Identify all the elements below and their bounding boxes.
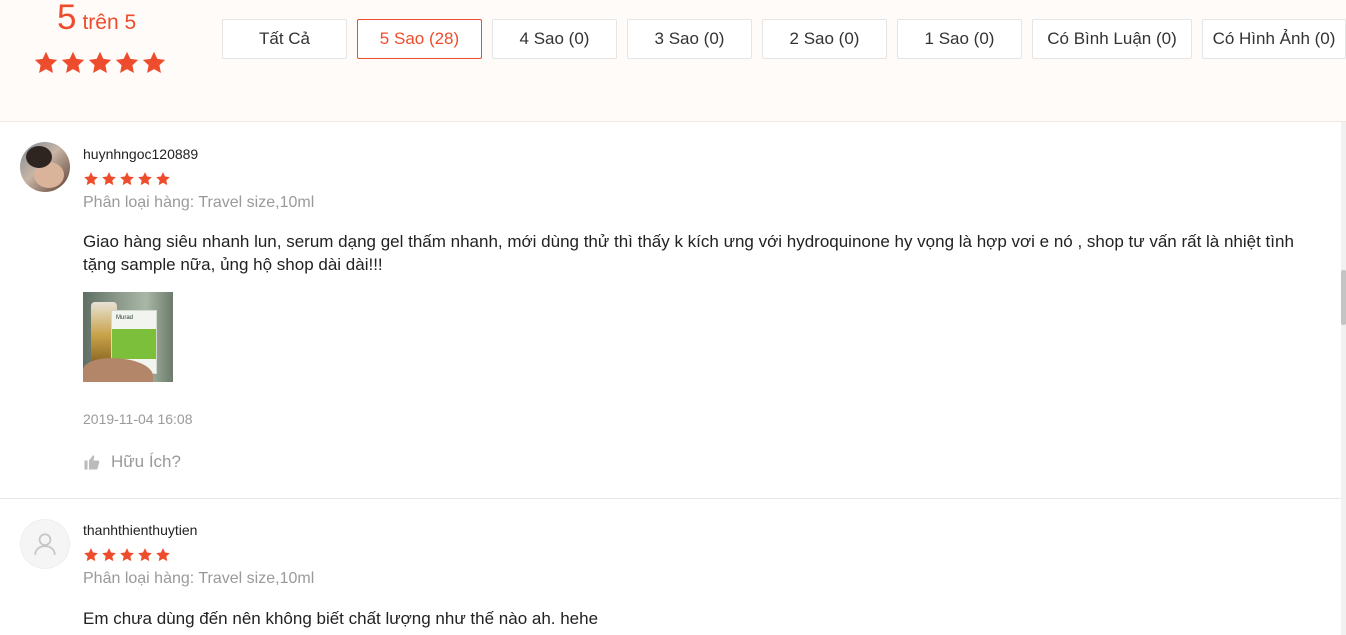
star-icon: [142, 51, 166, 73]
avatar[interactable]: [20, 519, 70, 569]
review-variation: Phân loại hàng: Travel size,10ml: [83, 570, 315, 587]
filter-all-button[interactable]: Tất Cả: [222, 19, 347, 59]
helpful-button[interactable]: Hữu Ích?: [83, 452, 181, 472]
star-icon: [84, 172, 98, 186]
review-username[interactable]: thanhthienthuytien: [83, 522, 197, 538]
filter-with-comment-button[interactable]: Có Bình Luận (0): [1032, 19, 1192, 59]
star-icon: [120, 548, 134, 562]
rating-filter-bar: Tất Cả 5 Sao (28) 4 Sao (0) 3 Sao (0) 2 …: [222, 19, 1346, 59]
filter-5-star-button[interactable]: 5 Sao (28): [357, 19, 482, 59]
star-icon: [102, 172, 116, 186]
star-icon: [61, 51, 85, 73]
review-item: huynhngoc120889 Phân loại hàng: Travel s…: [0, 122, 1346, 499]
review-stars: [83, 547, 171, 563]
rating-score-value: 5: [57, 0, 77, 37]
rating-summary: 5 trên 5 Tất Cả 5 Sao (28) 4 Sao (0) 3 Sa…: [0, 0, 1346, 122]
helpful-label: Hữu Ích?: [111, 452, 181, 471]
star-icon: [138, 172, 152, 186]
filter-3-star-button[interactable]: 3 Sao (0): [627, 19, 752, 59]
star-icon: [115, 51, 139, 73]
star-icon: [34, 51, 58, 73]
star-icon: [120, 172, 134, 186]
review-username[interactable]: huynhngoc120889: [83, 146, 198, 162]
review-comment-line: Em chưa dùng đến nên không biết chất lượ…: [83, 609, 599, 628]
filter-2-star-button[interactable]: 2 Sao (0): [762, 19, 887, 59]
thumbs-up-icon: [84, 455, 100, 470]
review-timestamp: 2019-11-04 16:08: [83, 411, 193, 427]
user-icon: [34, 533, 56, 555]
scrollbar-thumb[interactable]: [1341, 270, 1346, 325]
review-photo-thumbnail[interactable]: Murad: [83, 292, 173, 382]
star-icon: [138, 548, 152, 562]
rating-score: 5 trên 5: [57, 0, 136, 38]
review-comment-line: Giao hàng siêu nhanh lun, serum dạng gel…: [83, 232, 1294, 251]
avatar[interactable]: [20, 142, 70, 192]
star-icon: [156, 548, 170, 562]
star-icon: [88, 51, 112, 73]
star-icon: [102, 548, 116, 562]
review-variation: Phân loại hàng: Travel size,10ml: [83, 194, 315, 211]
filter-with-media-button[interactable]: Có Hình Ảnh (0): [1202, 19, 1346, 59]
review-stars: [83, 171, 171, 187]
murad-logo: Murad: [116, 315, 134, 321]
rating-score-suffix: trên 5: [82, 11, 137, 34]
review-comment: Em chưa dùng đến nên không biết chất lượ…: [83, 607, 1343, 630]
filter-4-star-button[interactable]: 4 Sao (0): [492, 19, 617, 59]
review-comment: Giao hàng siêu nhanh lun, serum dạng gel…: [83, 230, 1343, 276]
review-item: thanhthienthuytien Phân loại hàng: Trave…: [0, 499, 1346, 635]
filter-1-star-button[interactable]: 1 Sao (0): [897, 19, 1022, 59]
rating-stars: [33, 50, 167, 76]
star-icon: [84, 548, 98, 562]
star-icon: [156, 172, 170, 186]
scrollbar-track[interactable]: [1341, 122, 1346, 635]
review-comment-line: tặng sample nữa, ủng hộ shop dài dài!!!: [83, 255, 383, 274]
